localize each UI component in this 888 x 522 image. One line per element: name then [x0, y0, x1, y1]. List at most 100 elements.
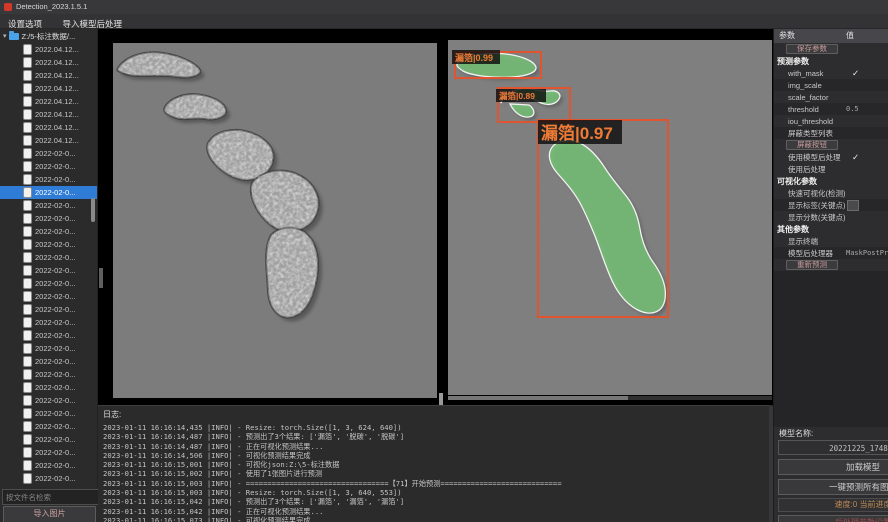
predict-all-button[interactable]: 一键预测所有图片 — [778, 479, 888, 495]
tree-item[interactable]: 2022-02-0... — [0, 277, 97, 290]
file-icon — [24, 266, 31, 275]
tree-item[interactable]: 2022.04.12... — [0, 134, 97, 147]
file-icon — [24, 214, 31, 223]
expand-arrow-icon[interactable]: ▾ — [3, 32, 7, 40]
tree-item[interactable]: 2022-02-0... — [0, 355, 97, 368]
param-row[interactable]: 显示终端 — [774, 235, 888, 247]
tree-item[interactable]: 2022-02-0... — [0, 446, 97, 459]
tree-item-label: 2022-02-0... — [35, 396, 75, 405]
search-input[interactable] — [2, 489, 100, 505]
prediction-image-view[interactable]: 漏箔|0.99 漏箔|0.89 漏箔|0.97 — [448, 40, 772, 395]
tree-item[interactable]: 2022-02-0... — [0, 420, 97, 433]
param-row[interactable]: iou_threshold — [774, 115, 888, 127]
tree-item[interactable]: 2022-02-0... — [0, 342, 97, 355]
checkmark-icon[interactable]: ✓ — [852, 152, 859, 163]
tree-item[interactable]: 2022-02-0... — [0, 290, 97, 303]
param-row[interactable]: threshold0.5 — [774, 103, 888, 115]
param-row[interactable]: 屏蔽类型列表 — [774, 127, 888, 139]
tree-item[interactable]: 2022-02-0... — [0, 407, 97, 420]
param-button-row: 屏蔽按钮 — [774, 139, 888, 151]
tree-item[interactable]: 2022-02-0... — [0, 394, 97, 407]
log-panel[interactable]: 日志: 2023-01-11 16:16:14,435 |INFO| - Res… — [98, 405, 769, 522]
tree-item[interactable]: 2022.04.12... — [0, 95, 97, 108]
postprocess-settings-button[interactable]: 后处理参数设置 — [778, 515, 888, 522]
tree-item[interactable]: 2022-02-0... — [0, 433, 97, 446]
tree-item[interactable]: 2022.04.12... — [0, 121, 97, 134]
file-icon — [24, 97, 31, 106]
tree-item[interactable]: 2022-02-0... — [0, 368, 97, 381]
file-icon — [24, 227, 31, 236]
file-icon — [24, 175, 31, 184]
tree-item-label: 2022.04.12... — [35, 58, 79, 67]
param-row[interactable]: 模型后处理器MaskPostPro — [774, 247, 888, 259]
tree-item[interactable]: 2022-02-0... — [0, 316, 97, 329]
file-icon — [24, 253, 31, 262]
image-vscrollbar-thumb[interactable] — [99, 268, 103, 288]
app-logo-icon — [4, 3, 12, 11]
tree-item[interactable]: 2022-02-0... — [0, 173, 97, 186]
file-icon — [24, 240, 31, 249]
tree-item[interactable]: 2022.04.12... — [0, 82, 97, 95]
tree-item[interactable]: 2022-02-0... — [0, 147, 97, 160]
param-header-label: 参数 — [779, 29, 795, 43]
tree-item[interactable]: 2022-02-0... — [0, 238, 97, 251]
model-name-field[interactable]: 20221225_174813 — [778, 440, 888, 455]
raw-image-view[interactable] — [113, 43, 437, 398]
tree-item-label: 2022-02-0... — [35, 318, 75, 327]
file-icon — [24, 448, 31, 457]
param-row[interactable]: scale_factor — [774, 91, 888, 103]
file-icon — [24, 136, 31, 145]
tree-item[interactable]: 2022-02-0... — [0, 199, 97, 212]
tree-item[interactable]: 2022-02-0... — [0, 329, 97, 342]
param-button[interactable]: 重新预测 — [786, 260, 838, 270]
tree-root[interactable]: ▾ Z:/5-标注数据/... — [0, 29, 97, 43]
file-icon — [24, 58, 31, 67]
import-images-button[interactable]: 导入图片 — [3, 506, 96, 522]
tree-item[interactable]: 2022-02-0... — [0, 459, 97, 472]
tree-item[interactable]: 2022.04.12... — [0, 43, 97, 56]
tree-item-label: 2022.04.12... — [35, 71, 79, 80]
tree-item[interactable]: 2022-02-0... — [0, 381, 97, 394]
file-icon — [24, 409, 31, 418]
checkmark-icon[interactable]: ✓ — [852, 68, 859, 79]
tree-item-label: 2022-02-0... — [35, 266, 75, 275]
prediction-image: 漏箔|0.99 漏箔|0.89 漏箔|0.97 — [448, 40, 772, 395]
log-line: 2023-01-11 16:16:14,506 |INFO| - 可视化预测结果… — [103, 451, 769, 460]
param-row[interactable]: 快速可视化(检测) — [774, 187, 888, 199]
param-value[interactable]: 0.5 — [846, 105, 859, 113]
tree-item[interactable]: 2022-02-0... — [0, 212, 97, 225]
param-section: 其他参数 — [774, 223, 888, 235]
tree-item[interactable]: 2022-02-0... — [0, 160, 97, 173]
tree-item[interactable]: 2022.04.12... — [0, 69, 97, 82]
param-button[interactable]: 屏蔽按钮 — [786, 140, 838, 150]
param-row[interactable]: 使用模型后处理✓ — [774, 151, 888, 163]
tree-item[interactable]: 2022-02-0... — [0, 251, 97, 264]
tree-item[interactable]: 2022-02-0... — [0, 186, 97, 199]
tree-item-label: 2022-02-0... — [35, 227, 75, 236]
tree-item[interactable]: 2022.04.12... — [0, 108, 97, 121]
file-tree-panel[interactable]: ▾ Z:/5-标注数据/... 2022.04.12...2022.04.12.… — [0, 29, 98, 488]
param-label: 快速可视化(检测) — [774, 188, 846, 199]
image-hscrollbar-thumb[interactable] — [448, 396, 628, 400]
load-model-button[interactable]: 加载模型 — [778, 459, 888, 475]
file-icon — [24, 383, 31, 392]
param-value[interactable]: MaskPostPro — [846, 249, 888, 257]
log-line: 2023-01-11 16:16:15,002 |INFO| - 使用了1张图片… — [103, 469, 769, 478]
log-line: 2023-01-11 16:16:15,073 |INFO| - 可视化预测结果… — [103, 516, 769, 522]
checkbox[interactable] — [847, 200, 859, 211]
param-row[interactable]: with_mask✓ — [774, 67, 888, 79]
param-section-label: 可视化参数 — [774, 176, 817, 187]
tree-item[interactable]: 2022-02-0... — [0, 472, 97, 485]
tree-root-label: Z:/5-标注数据/... — [22, 31, 76, 42]
param-row[interactable]: 显示分数(关键点) — [774, 211, 888, 223]
param-row[interactable]: 使用后处理 — [774, 163, 888, 175]
param-row[interactable]: img_scale — [774, 79, 888, 91]
tree-item[interactable]: 2022-02-0... — [0, 303, 97, 316]
param-row[interactable]: 显示标签(关键点) — [774, 199, 888, 211]
tree-item[interactable]: 2022-02-0... — [0, 225, 97, 238]
param-button[interactable]: 保存参数 — [786, 44, 838, 54]
tree-item[interactable]: 2022-02-0... — [0, 264, 97, 277]
tree-scrollbar[interactable] — [91, 198, 95, 222]
tree-item[interactable]: 2022.04.12... — [0, 56, 97, 69]
tree-item-label: 2022-02-0... — [35, 409, 75, 418]
